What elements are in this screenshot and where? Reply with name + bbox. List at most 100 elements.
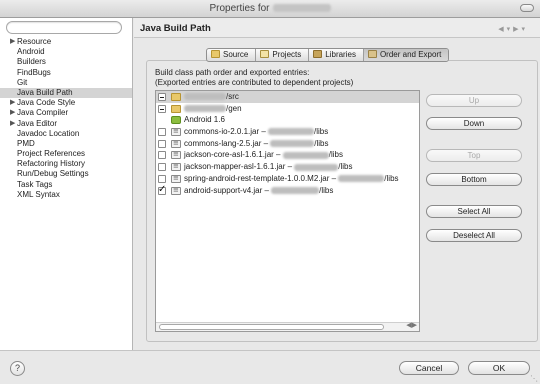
expand-arrow-icon[interactable]: ▶: [10, 98, 15, 108]
classpath-entry[interactable]: /src: [156, 91, 419, 103]
classpath-entry[interactable]: spring-android-rest-template-1.0.0.M2.ja…: [156, 173, 419, 185]
sidebar-item-project-references[interactable]: Project References: [0, 149, 132, 159]
sidebar-item-label: Refactoring History: [17, 159, 86, 169]
tab-projects[interactable]: Projects: [256, 49, 310, 61]
horizontal-scrollbar[interactable]: ◀▶: [156, 321, 419, 331]
window-title: Properties for: [0, 3, 540, 14]
sidebar-item-javadoc-location[interactable]: Javadoc Location: [0, 129, 132, 139]
entry-name: jackson-mapper-asl-1.6.1.jar –: [184, 162, 295, 172]
classpath-entry[interactable]: jackson-core-asl-1.6.1.jar – /libs: [156, 149, 419, 161]
source-folder-icon: [211, 50, 220, 58]
jar-icon: [171, 185, 181, 196]
expand-arrow-icon[interactable]: ▶: [10, 119, 15, 129]
expand-arrow-icon[interactable]: ▶: [10, 108, 15, 118]
help-button[interactable]: ?: [10, 361, 25, 376]
down-button[interactable]: Down: [426, 117, 522, 130]
entry-path: /libs: [319, 185, 334, 195]
deselect-all-button[interactable]: Deselect All: [426, 229, 522, 242]
export-checkbox[interactable]: [158, 104, 166, 113]
toolbar-toggle-button[interactable]: [520, 4, 534, 12]
entry-name: spring-android-rest-template-1.0.0.M2.ja…: [184, 173, 339, 183]
scroll-arrows-icon[interactable]: ◀▶: [406, 321, 417, 329]
sidebar-item-git[interactable]: Git: [0, 78, 132, 88]
sidebar-item-java-build-path[interactable]: Java Build Path: [0, 87, 132, 99]
export-checkbox[interactable]: [158, 93, 166, 101]
sidebar-item-resource[interactable]: ▶ Resource: [0, 37, 132, 47]
entry-path: /gen: [226, 103, 242, 113]
sidebar-item-run-debug-settings[interactable]: Run/Debug Settings: [0, 169, 132, 179]
projects-icon: [260, 50, 270, 58]
classpath-entry[interactable]: android-support-v4.jar – /libs: [156, 184, 419, 197]
redacted-project-name: [270, 140, 315, 148]
order-export-icon: [367, 50, 377, 58]
entry-path: /libs: [328, 150, 343, 160]
window-title-text: Properties for: [209, 3, 270, 14]
entry-name: android-support-v4.jar –: [184, 185, 272, 195]
sidebar-item-label: PMD: [17, 138, 35, 148]
entry-label: Android 1.6: [184, 114, 225, 125]
sidebar-item-label: Java Compiler: [17, 108, 69, 118]
redacted-project-name: [268, 128, 315, 136]
redacted-project-name: [338, 175, 385, 183]
ok-button[interactable]: OK: [468, 361, 530, 375]
sidebar-item-android[interactable]: Android: [0, 47, 132, 57]
export-checkbox[interactable]: [158, 184, 166, 195]
export-checkbox[interactable]: [158, 163, 166, 172]
sidebar-item-label: Java Editor: [17, 118, 58, 128]
sidebar-item-label: FindBugs: [17, 67, 51, 77]
entry-label: jackson-mapper-asl-1.6.1.jar – /libs: [184, 161, 353, 172]
entry-label: jackson-core-asl-1.6.1.jar – /libs: [184, 149, 343, 160]
sidebar-item-pmd[interactable]: PMD: [0, 139, 132, 149]
back-icon[interactable]: ◀: [498, 26, 506, 33]
sidebar-item-label: Git: [17, 77, 28, 87]
redacted-project-name: [282, 151, 329, 159]
cancel-button[interactable]: Cancel: [399, 361, 459, 375]
classpath-entries-list[interactable]: /src/genAndroid 1.6commons-io-2.0.1.jar …: [155, 90, 420, 332]
tab-label: Libraries: [325, 50, 356, 59]
sidebar-item-label: Resource: [17, 37, 52, 46]
sidebar-item-task-tags[interactable]: Task Tags: [0, 180, 132, 190]
libraries-icon: [313, 50, 323, 58]
classpath-entry[interactable]: Android 1.6: [156, 114, 419, 126]
export-checkbox[interactable]: [158, 174, 166, 183]
export-checkbox[interactable]: [158, 151, 166, 160]
sidebar-item-java-editor[interactable]: ▶ Java Editor: [0, 119, 132, 129]
description-line-2: (Exported entries are contributed to dep…: [155, 78, 354, 87]
jar-icon: [171, 173, 181, 184]
up-button[interactable]: Up: [426, 94, 522, 107]
sidebar-item-xml-syntax[interactable]: XML Syntax: [0, 190, 132, 200]
tab-libraries[interactable]: Libraries: [309, 49, 364, 61]
classpath-entry[interactable]: /gen: [156, 103, 419, 115]
expand-arrow-icon[interactable]: ▶: [10, 37, 15, 47]
export-checkbox[interactable]: [158, 139, 166, 148]
preferences-tree: ▶ Resource Android Builders FindBugs Git Java …: [0, 37, 132, 200]
entry-path: /libs: [314, 127, 329, 137]
jar-icon: [171, 138, 181, 149]
description-line-1: Build class path order and exported entr…: [155, 68, 310, 77]
scrollbar-thumb[interactable]: [159, 324, 384, 330]
top-button[interactable]: Top: [426, 149, 522, 162]
tab-order-and-export[interactable]: Order and Export: [363, 49, 449, 61]
sidebar-item-findbugs[interactable]: FindBugs: [0, 68, 132, 78]
sidebar-item-java-code-style[interactable]: ▶ Java Code Style: [0, 98, 132, 108]
classpath-rows: /src/genAndroid 1.6commons-io-2.0.1.jar …: [156, 91, 419, 196]
resize-grip-icon[interactable]: ⋱: [530, 374, 538, 383]
classpath-entry[interactable]: jackson-mapper-asl-1.6.1.jar – /libs: [156, 161, 419, 173]
entry-name: Android 1.6: [184, 115, 225, 125]
tab-source[interactable]: Source: [207, 49, 257, 61]
bottom-button[interactable]: Bottom: [426, 173, 522, 186]
jar-icon: [171, 126, 181, 137]
forward-menu-icon[interactable]: ▾: [521, 26, 528, 33]
select-all-button[interactable]: Select All: [426, 205, 522, 218]
sidebar-item-label: Project References: [17, 149, 86, 159]
sidebar-item-builders[interactable]: Builders: [0, 57, 132, 67]
classpath-entry[interactable]: commons-lang-2.5.jar – /libs: [156, 138, 419, 150]
filter-input[interactable]: [6, 21, 122, 34]
preferences-sidebar: ▶ Resource Android Builders FindBugs Git Java …: [0, 18, 133, 350]
sidebar-item-java-compiler[interactable]: ▶ Java Compiler: [0, 108, 132, 118]
classpath-entry[interactable]: commons-io-2.0.1.jar – /libs: [156, 126, 419, 138]
sidebar-item-refactoring-history[interactable]: Refactoring History: [0, 159, 132, 169]
export-checkbox[interactable]: [158, 128, 166, 137]
entry-path: /libs: [314, 138, 329, 148]
sidebar-item-label: Java Build Path: [17, 87, 73, 97]
